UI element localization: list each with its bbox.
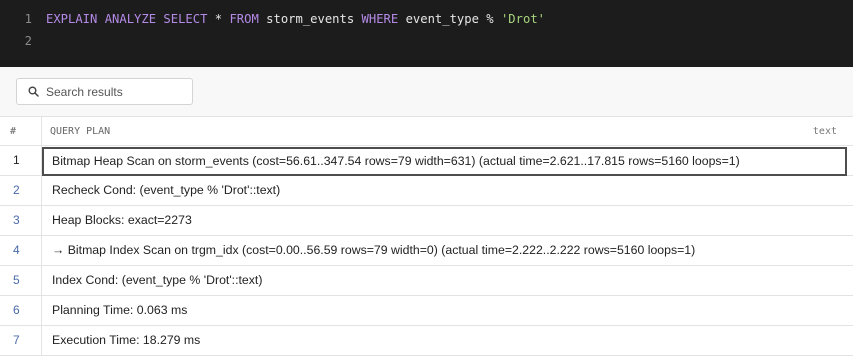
code-token: FROM [229, 12, 259, 26]
row-number: 6 [0, 296, 42, 325]
code-token: WHERE [361, 12, 399, 26]
search-icon [27, 86, 39, 98]
column-header-query-plan[interactable]: QUERY PLAN [50, 117, 110, 146]
table-row[interactable]: 4 → Bitmap Index Scan on trgm_idx (cost=0… [0, 236, 853, 266]
row-number: 5 [0, 266, 42, 295]
code-token: 'Drot' [500, 12, 545, 26]
table-row[interactable]: 5 Index Cond: (event_type % 'Drot'::text) [0, 266, 853, 296]
table-row[interactable]: 3 Heap Blocks: exact=2273 [0, 206, 853, 236]
row-number: 1 [0, 146, 42, 175]
table-row[interactable]: 2 Recheck Cond: (event_type % 'Drot'::tex… [0, 176, 853, 206]
column-type-label: text [812, 126, 837, 137]
table-row[interactable]: 1 Bitmap Heap Scan on storm_events (cost=… [0, 146, 853, 176]
code-token: event_type % [398, 12, 501, 26]
line-number: 1 [24, 12, 32, 26]
editor-line[interactable]: 2 [0, 31, 853, 51]
row-number: 7 [0, 326, 42, 355]
line-number: 2 [24, 34, 32, 48]
results-toolbar [0, 67, 853, 117]
row-number: 2 [0, 176, 42, 205]
row-number: 3 [0, 206, 42, 235]
code-line[interactable]: EXPLAIN ANALYZE SELECT * FROM storm_even… [46, 9, 545, 29]
query-plan-cell[interactable]: Recheck Cond: (event_type % 'Drot'::text… [42, 176, 853, 205]
query-plan-cell[interactable]: Planning Time: 0.063 ms [42, 296, 853, 325]
query-plan-cell[interactable]: Execution Time: 18.279 ms [42, 326, 853, 355]
row-number: 4 [0, 236, 42, 265]
code-token: * [207, 12, 230, 26]
table-row[interactable]: 7 Execution Time: 18.279 ms [0, 326, 853, 356]
results-table: # QUERY PLAN text 1 Bitmap Heap Scan on s… [0, 117, 853, 356]
code-token: storm_events [258, 12, 362, 26]
search-input[interactable] [46, 84, 186, 99]
query-plan-cell[interactable]: Heap Blocks: exact=2273 [42, 206, 853, 235]
search-box[interactable] [16, 78, 193, 105]
table-body: 1 Bitmap Heap Scan on storm_events (cost=… [0, 146, 853, 356]
editor-line[interactable]: 1 EXPLAIN ANALYZE SELECT * FROM storm_ev… [0, 9, 853, 29]
sql-editor[interactable]: 1 EXPLAIN ANALYZE SELECT * FROM storm_ev… [0, 0, 853, 67]
query-plan-cell[interactable]: Bitmap Heap Scan on storm_events (cost=5… [42, 147, 847, 176]
query-plan-cell[interactable]: Index Cond: (event_type % 'Drot'::text) [42, 266, 853, 295]
code-token: EXPLAIN ANALYZE SELECT [46, 12, 208, 26]
table-row[interactable]: 6 Planning Time: 0.063 ms [0, 296, 853, 326]
column-header-number: # [0, 117, 42, 146]
table-header: # QUERY PLAN text [0, 117, 853, 146]
query-plan-cell[interactable]: → Bitmap Index Scan on trgm_idx (cost=0.… [42, 236, 853, 265]
